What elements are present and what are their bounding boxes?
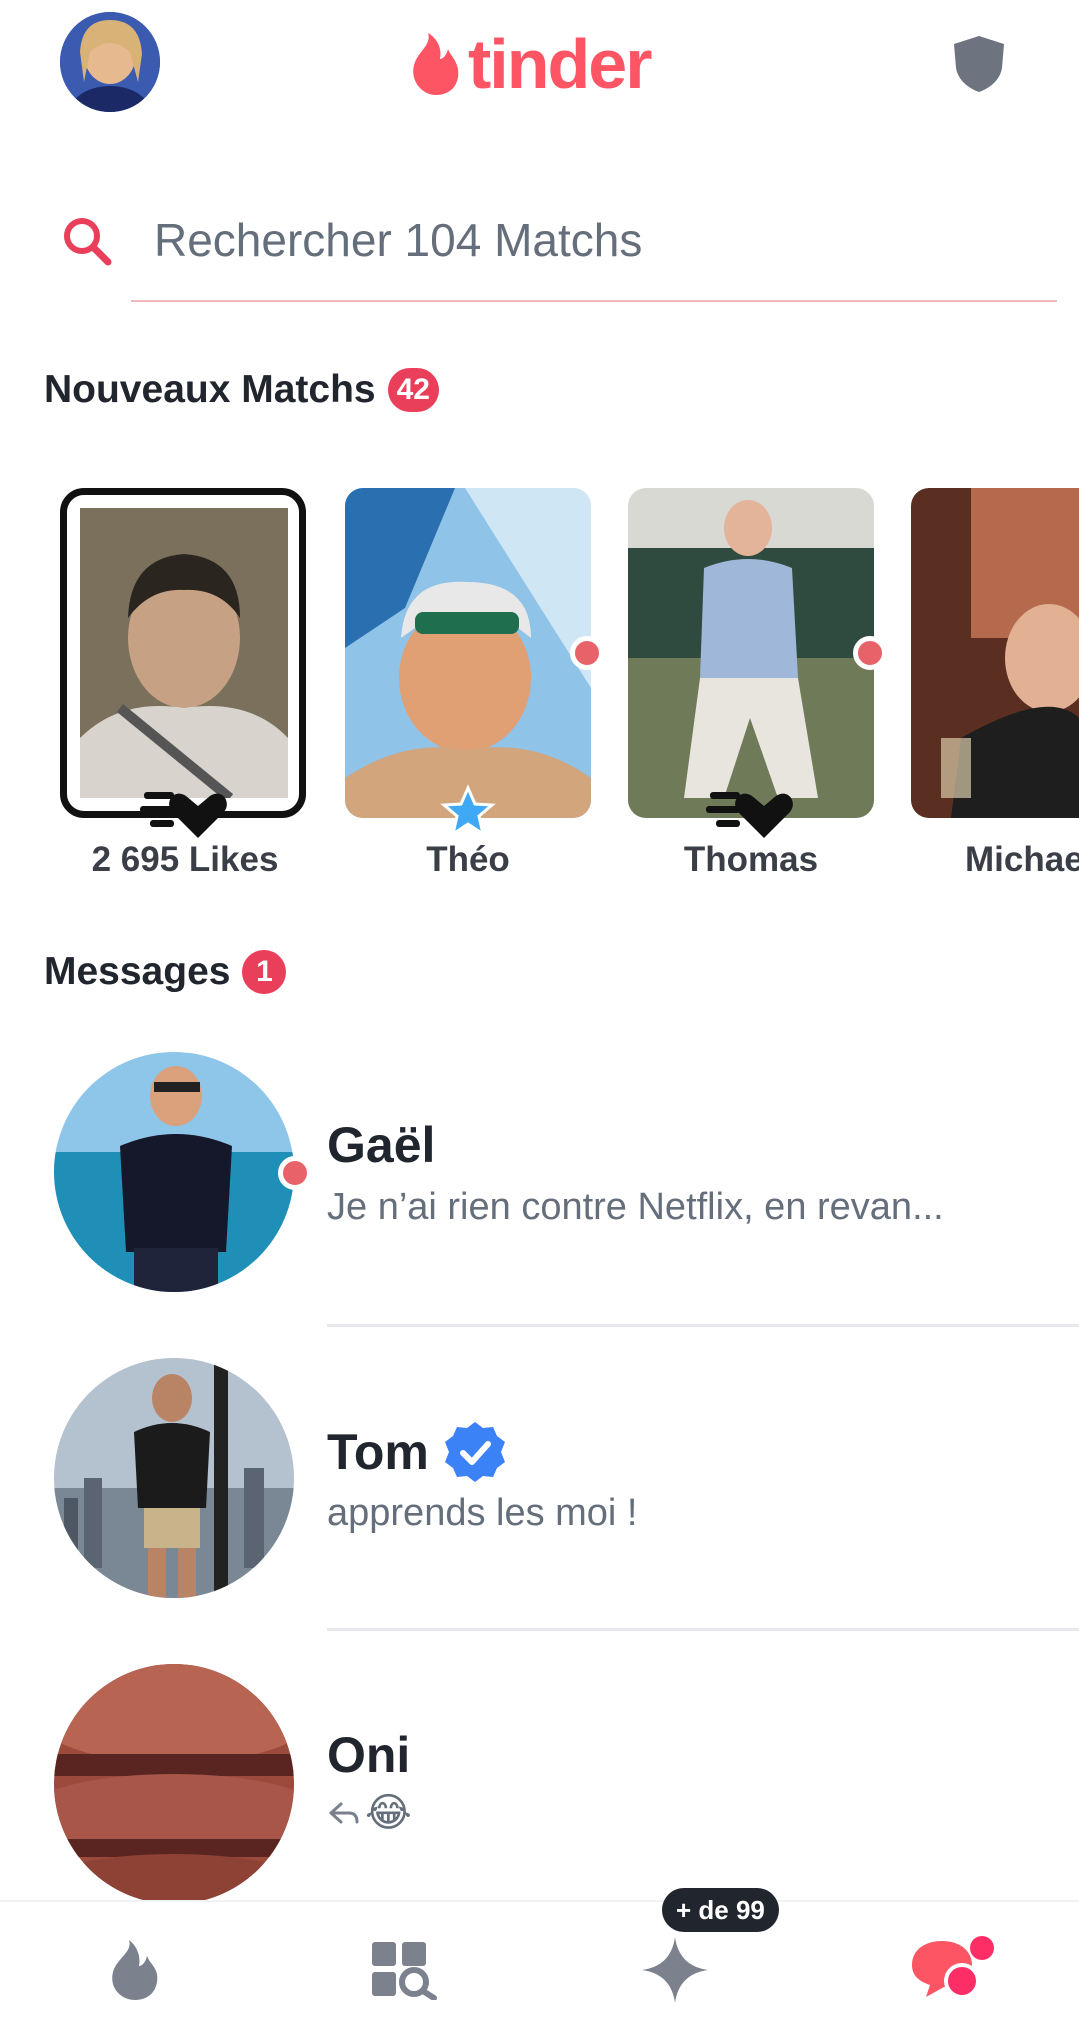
messages-title: Messages xyxy=(44,950,231,993)
online-dot xyxy=(278,1156,312,1190)
message-preview: apprends les moi ! xyxy=(327,1492,638,1534)
search-icon xyxy=(64,218,112,266)
avatar-tom xyxy=(54,1358,294,1598)
nav-discover[interactable] xyxy=(0,1902,270,2037)
new-matches-count-badge: 42 xyxy=(387,368,439,412)
message-name-oni: Oni xyxy=(327,1726,410,1784)
likes-photo xyxy=(80,508,288,802)
match-name-theo: Théo xyxy=(426,840,510,879)
search-underline xyxy=(131,300,1057,302)
match-card-theo[interactable] xyxy=(345,488,591,818)
tinder-logo: tinder xyxy=(408,22,652,106)
spark-icon xyxy=(642,1936,708,2003)
message-preview: 😂 xyxy=(365,1791,412,1835)
reply-arrow-icon xyxy=(329,1802,359,1824)
verified-badge-icon xyxy=(444,1422,505,1482)
message-sender-name: Gaël xyxy=(327,1117,436,1173)
match-card-thomas[interactable] xyxy=(628,488,874,818)
message-preview: Je n’ai rien contre Netflix, en revan... xyxy=(327,1186,944,1228)
nav-explore[interactable] xyxy=(270,1902,540,2037)
like-heart-icon xyxy=(140,792,227,838)
bottom-nav xyxy=(0,1900,1079,2037)
match-name-thomas: Thomas xyxy=(683,840,819,879)
flame-logo-icon xyxy=(413,33,459,95)
new-matches-header: Nouveaux Matchs 42 xyxy=(44,368,439,412)
message-name-tom: Tom xyxy=(327,1420,507,1484)
message-name-gael: Gaël xyxy=(327,1116,435,1174)
like-heart-icon xyxy=(706,792,793,838)
brand-wordmark: tinder xyxy=(468,25,652,103)
search-input[interactable] xyxy=(154,205,1054,275)
messages-count-badge: 1 xyxy=(242,950,287,994)
messages-header: Messages 1 xyxy=(44,950,287,994)
explore-icon xyxy=(372,1941,437,2000)
chat-notification-dot xyxy=(970,1936,994,1960)
message-sender-name: Oni xyxy=(327,1727,411,1783)
message-sender-name: Tom xyxy=(327,1424,429,1480)
message-preview-row: 😂 xyxy=(327,1790,412,1836)
new-matches-title: Nouveaux Matchs xyxy=(44,368,376,411)
match-card-michael[interactable] xyxy=(911,488,1079,818)
online-dot xyxy=(570,636,604,670)
nav-chat[interactable] xyxy=(810,1902,1079,2037)
match-name-michael: Michael xyxy=(965,840,1079,879)
avatar-oni xyxy=(54,1664,294,1904)
flame-icon xyxy=(112,1939,158,2000)
nav-likes-count-badge: + de 99 xyxy=(662,1888,779,1932)
avatar-gael xyxy=(54,1052,294,1292)
message-divider xyxy=(327,1324,1079,1327)
profile-avatar[interactable] xyxy=(60,12,160,112)
online-dot xyxy=(853,636,887,670)
likes-count-label: 2 695 Likes xyxy=(91,840,279,879)
super-like-star-icon xyxy=(440,784,496,838)
shield-icon[interactable] xyxy=(952,34,1006,94)
message-divider xyxy=(327,1628,1079,1631)
